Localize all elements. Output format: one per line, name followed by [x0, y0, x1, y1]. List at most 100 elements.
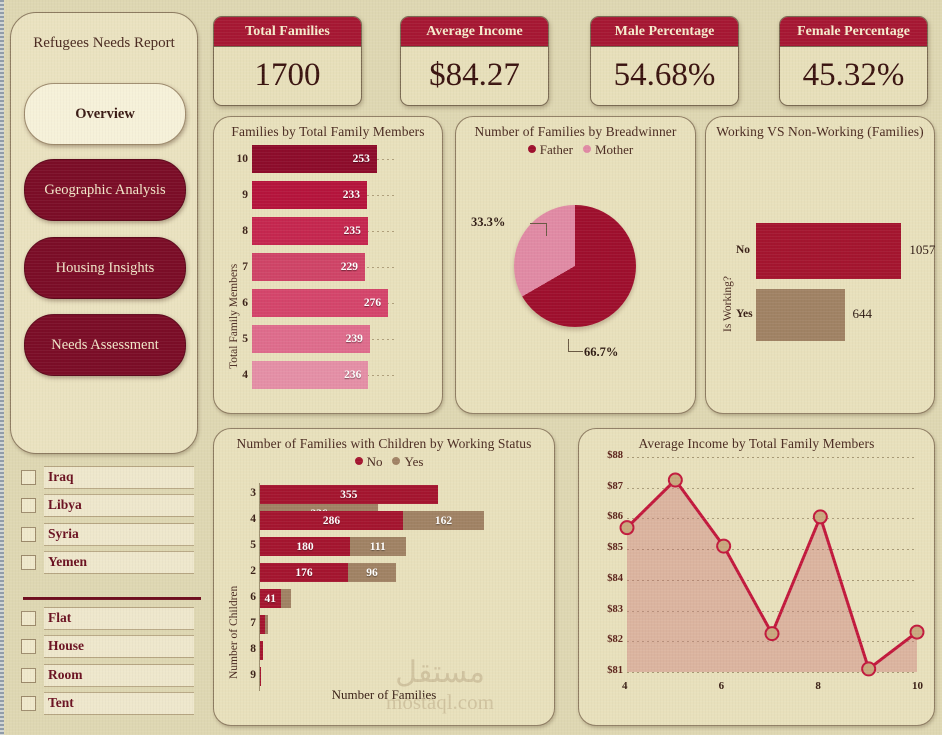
- legend-label: Yes: [404, 454, 424, 469]
- filter-label: Iraq: [44, 465, 194, 489]
- chart-title: Number of Families with Children by Work…: [236, 436, 532, 451]
- chart-bar-segment[interactable]: 162: [403, 511, 484, 530]
- chart-data-point[interactable]: [619, 520, 635, 536]
- checkbox-icon[interactable]: [21, 610, 36, 626]
- chart-bar-segment[interactable]: 111: [350, 537, 406, 556]
- chart-bar-segment[interactable]: 355: [260, 485, 438, 504]
- chart-bar-row[interactable]: 8: [250, 641, 263, 660]
- chart-x-axis-label: Number of Families: [331, 687, 437, 702]
- chart-bar-segment[interactable]: 41: [260, 589, 281, 608]
- chart-y-axis-label: Number of Children: [228, 585, 240, 679]
- filter-divider: [23, 597, 201, 600]
- chart-bar[interactable]: 233: [252, 181, 367, 209]
- chart-bar-segment[interactable]: [264, 615, 268, 634]
- chart-bar-row[interactable]: 7 229: [242, 253, 365, 281]
- filter-label: Tent: [44, 692, 194, 715]
- chart-bar[interactable]: 239: [252, 325, 370, 353]
- filter-item-yemen[interactable]: Yemen: [10, 551, 200, 574]
- chart-bar-value: 180: [296, 540, 314, 553]
- filter-label: Libya: [44, 494, 194, 517]
- housing-filter-group: Flat House Room Tent: [10, 606, 200, 721]
- chart-bar-segment[interactable]: 96: [348, 563, 396, 582]
- chart-bar[interactable]: 229: [252, 253, 365, 281]
- chart-bar-row[interactable]: 10 253: [237, 145, 377, 173]
- chart-bar-row[interactable]: 2 176 96: [250, 563, 396, 582]
- chart-bar[interactable]: 236: [252, 361, 369, 389]
- chart-bar-value: 239: [345, 333, 363, 345]
- page-title: Refugees Needs Report: [33, 35, 175, 51]
- chart-bar[interactable]: [756, 289, 845, 341]
- checkbox-icon[interactable]: [21, 498, 36, 513]
- chart-bar-value: 1057: [909, 242, 936, 257]
- chart-bar[interactable]: 253: [252, 145, 377, 173]
- legend-swatch-icon: [582, 145, 591, 153]
- sidebar-item-label: Overview: [75, 105, 135, 122]
- sidebar: Refugees Needs Report Overview Geographi…: [10, 12, 198, 454]
- chart-bar[interactable]: 276: [252, 289, 389, 317]
- sidebar-item-overview[interactable]: Overview: [24, 83, 186, 145]
- chart-bar-value: 355: [340, 488, 358, 501]
- chart-y-tick: 8: [250, 643, 256, 655]
- chart-bar-segment[interactable]: [280, 589, 291, 608]
- kpi-title: Female Percentage: [780, 17, 927, 47]
- chart-bar-value: 253: [352, 153, 370, 165]
- filter-item-libya[interactable]: Libya: [10, 494, 200, 517]
- chart-bar[interactable]: 235: [252, 217, 368, 245]
- pie-label-father: 66.7%: [584, 345, 619, 359]
- checkbox-icon[interactable]: [21, 555, 36, 570]
- checkbox-icon[interactable]: [21, 696, 36, 711]
- legend-swatch-icon: [527, 145, 536, 153]
- chart-y-tick: 7: [242, 261, 248, 273]
- chart-bar-row[interactable]: 9 233: [242, 181, 367, 209]
- chart-bar-segment[interactable]: [260, 641, 263, 660]
- filter-item-flat[interactable]: Flat: [10, 606, 200, 630]
- chart-bar-segment[interactable]: [260, 667, 261, 686]
- chart-data-point[interactable]: [667, 472, 683, 488]
- filter-item-house[interactable]: House: [10, 635, 200, 658]
- chart-y-axis-label: Is Working?: [722, 275, 734, 332]
- chart-bar[interactable]: [756, 223, 902, 279]
- chart-bar-row[interactable]: 8 235: [242, 217, 368, 245]
- chart-y-tick: 5: [250, 539, 256, 551]
- chart-bar-row[interactable]: 4 236: [242, 361, 369, 389]
- chart-bar-row[interactable]: 5 180 111: [250, 537, 406, 556]
- filter-item-room[interactable]: Room: [10, 663, 200, 687]
- chart-data-point[interactable]: [861, 661, 877, 677]
- filter-item-iraq[interactable]: Iraq: [10, 465, 200, 489]
- chart-bar-row[interactable]: 3355236: [250, 485, 554, 523]
- chart-bar-row[interactable]: 6 41: [250, 589, 291, 608]
- chart-data-point[interactable]: [909, 624, 925, 640]
- chart-y-tick: 10: [236, 153, 249, 165]
- chart-y-tick: 9: [250, 669, 256, 681]
- sidebar-item-geographic-analysis[interactable]: Geographic Analysis: [24, 159, 186, 221]
- sidebar-item-needs-assessment[interactable]: Needs Assessment: [24, 314, 186, 376]
- checkbox-icon[interactable]: [21, 469, 36, 485]
- chart-bar-segment[interactable]: 286: [260, 511, 403, 530]
- chart-data-point[interactable]: [716, 538, 732, 554]
- chart-legend: No Yes: [214, 454, 554, 470]
- chart-y-tick: 4: [242, 369, 248, 381]
- chart-data-point[interactable]: [812, 509, 828, 525]
- chart-y-tick: 9: [242, 189, 248, 201]
- chart-bar-value: 644: [852, 306, 873, 321]
- chart-bar-segment[interactable]: 176: [260, 563, 348, 582]
- chart-bar-row[interactable]: 5 239: [242, 325, 370, 353]
- chart-average-income-by-total-family-members: Average Income by Total Family Members $…: [578, 428, 935, 726]
- kpi-title: Total Families: [214, 17, 361, 47]
- checkbox-icon[interactable]: [21, 639, 36, 654]
- checkbox-icon[interactable]: [21, 667, 36, 683]
- chart-bar-row[interactable]: 7: [250, 615, 268, 634]
- filter-item-syria[interactable]: Syria: [10, 522, 200, 546]
- filter-item-tent[interactable]: Tent: [10, 692, 200, 715]
- sidebar-item-housing-insights[interactable]: Housing Insights: [24, 237, 186, 299]
- chart-bar-row[interactable]: 9: [250, 667, 261, 686]
- chart-data-point[interactable]: [764, 626, 780, 642]
- chart-y-tick: No: [736, 244, 751, 256]
- chart-bar-row[interactable]: 4 286 162: [250, 511, 484, 530]
- chart-working-vs-non-working: Working VS Non-Working (Families) Is Wor…: [705, 116, 935, 414]
- chart-bar-segment[interactable]: 180: [260, 537, 350, 556]
- kpi-title: Average Income: [401, 17, 548, 47]
- checkbox-icon[interactable]: [21, 526, 36, 542]
- chart-y-tick: 3: [250, 487, 256, 499]
- chart-bar-row[interactable]: 6 276: [242, 289, 389, 317]
